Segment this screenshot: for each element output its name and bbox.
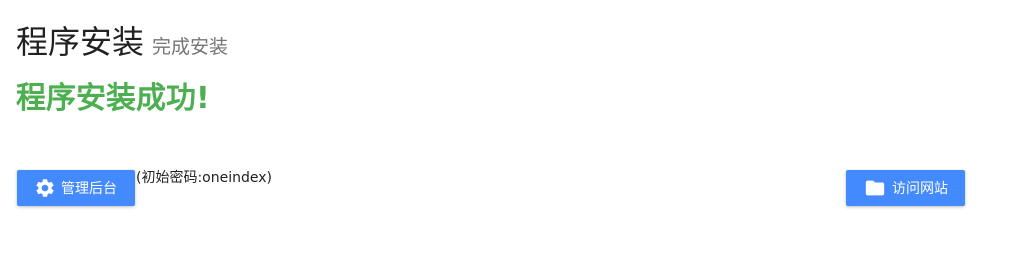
install-page: 程序安装 完成安装 程序安装成功! 管理后台 (初始密码:oneindex) 访… <box>0 0 1014 258</box>
visit-site-button-label: 访问网站 <box>892 181 948 197</box>
folder-icon <box>863 176 887 200</box>
admin-button[interactable]: 管理后台 <box>17 170 135 206</box>
password-note: (初始密码:oneindex) <box>136 170 272 186</box>
page-subtitle: 完成安装 <box>152 36 229 58</box>
page-title: 程序安装 <box>16 23 145 61</box>
page-header: 程序安装 完成安装 <box>16 22 228 62</box>
gear-icon <box>33 176 57 200</box>
admin-button-label: 管理后台 <box>61 181 117 197</box>
visit-site-button[interactable]: 访问网站 <box>846 170 965 206</box>
success-message: 程序安装成功! <box>16 81 210 116</box>
